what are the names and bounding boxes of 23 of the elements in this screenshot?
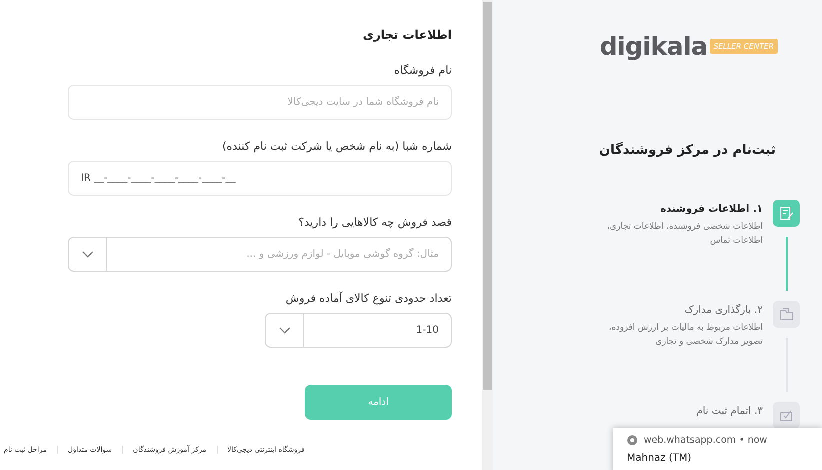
notification-source: web.whatsapp.com • now	[644, 435, 768, 446]
field-label: تعداد حدودی تنوع کالای آماده فروش	[286, 292, 452, 305]
dropdown-field[interactable]: 1-10	[265, 313, 452, 348]
field-label: شماره شبا (به نام شخص یا شرکت ثبت نام کننده)	[222, 140, 452, 153]
step-title: ۳. اتمام ثبت نام	[696, 405, 763, 417]
step-title: ۱. اطلاعات فروشنده	[659, 203, 763, 215]
form-pen-icon	[778, 206, 794, 222]
browser-icon	[627, 435, 638, 446]
notification-sender: Mahnaz (TM)	[627, 453, 693, 464]
notification-popup[interactable]: web.whatsapp.com • now Mahnaz (TM)	[613, 428, 822, 470]
scrollbar[interactable]	[482, 0, 493, 470]
page-heading: ثبت‌نام در مرکز فروشندگان	[598, 143, 777, 158]
chevron-down-icon	[278, 327, 290, 334]
logo: digikala	[600, 34, 708, 59]
field-label: قصد فروش چه کالاهایی را دارید؟	[298, 216, 452, 229]
step-description: اطلاعات مربوط به مالیات بر ارزش افزوده، تصویر مدارک شخصی و تجاری	[608, 322, 763, 349]
step-description: اطلاعات شخصی فروشنده، اطلاعات تجاری، اطلاعات تماس	[606, 221, 763, 248]
step-title: ۲. بارگذاری مدارک	[684, 303, 763, 316]
folder-icon	[778, 306, 794, 322]
chevron-down-icon	[82, 251, 94, 258]
section-title: اطلاعات تجاری	[362, 28, 452, 42]
input-field[interactable]: IR __-____-____-____-____-____-__	[68, 161, 452, 196]
field-label: نام فروشگاه	[394, 64, 452, 77]
